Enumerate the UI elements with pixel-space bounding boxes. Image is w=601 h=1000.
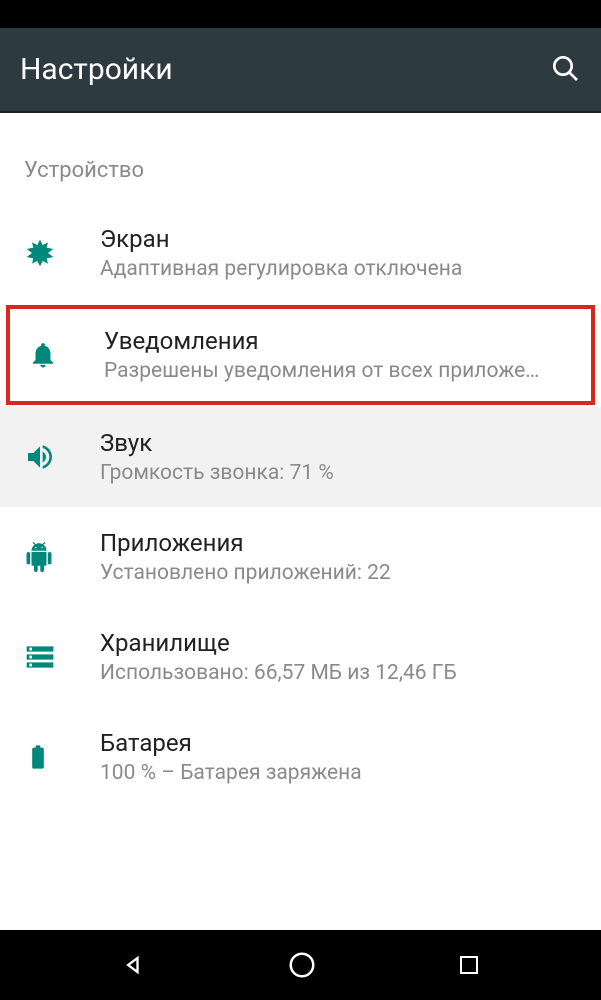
item-subtitle: Разрешены уведомления от всех приложе… [104, 359, 573, 383]
item-subtitle: Адаптивная регулировка отключена [100, 257, 577, 281]
page-title: Настройки [20, 52, 173, 87]
settings-item-storage[interactable]: Хранилище Использовано: 66,57 МБ из 12,4… [0, 607, 601, 707]
android-icon [24, 542, 80, 572]
item-subtitle: 100 % – Батарея заряжена [100, 761, 577, 785]
storage-icon [24, 641, 80, 673]
settings-item-display[interactable]: Экран Адаптивная регулировка отключена [0, 203, 601, 303]
section-header-device: Устройство [0, 143, 601, 203]
settings-item-sound[interactable]: Звук Громкость звонка: 71 % [0, 407, 601, 507]
nav-recents-button[interactable] [457, 953, 481, 977]
settings-item-battery[interactable]: Батарея 100 % – Батарея заряжена [0, 707, 601, 807]
item-title: Приложения [100, 529, 577, 557]
settings-list: Устройство Экран Адаптивная регулировка … [0, 113, 601, 807]
volume-icon [24, 441, 80, 473]
item-title: Экран [100, 225, 577, 253]
item-subtitle: Установлено приложений: 22 [100, 561, 577, 585]
bell-icon [28, 340, 84, 370]
item-title: Хранилище [100, 629, 577, 657]
battery-icon [24, 741, 80, 773]
navigation-bar [0, 930, 601, 1000]
settings-item-apps[interactable]: Приложения Установлено приложений: 22 [0, 507, 601, 607]
brightness-icon [24, 237, 80, 269]
item-title: Звук [100, 429, 577, 457]
item-title: Батарея [100, 729, 577, 757]
search-icon[interactable] [549, 52, 581, 88]
nav-back-button[interactable] [120, 951, 148, 979]
item-title: Уведомления [104, 327, 573, 355]
status-bar [0, 0, 601, 28]
app-bar: Настройки [0, 28, 601, 113]
item-subtitle: Громкость звонка: 71 % [100, 461, 577, 485]
settings-item-notifications[interactable]: Уведомления Разрешены уведомления от все… [6, 305, 595, 405]
nav-home-button[interactable] [287, 950, 317, 980]
item-subtitle: Использовано: 66,57 МБ из 12,46 ГБ [100, 661, 577, 685]
